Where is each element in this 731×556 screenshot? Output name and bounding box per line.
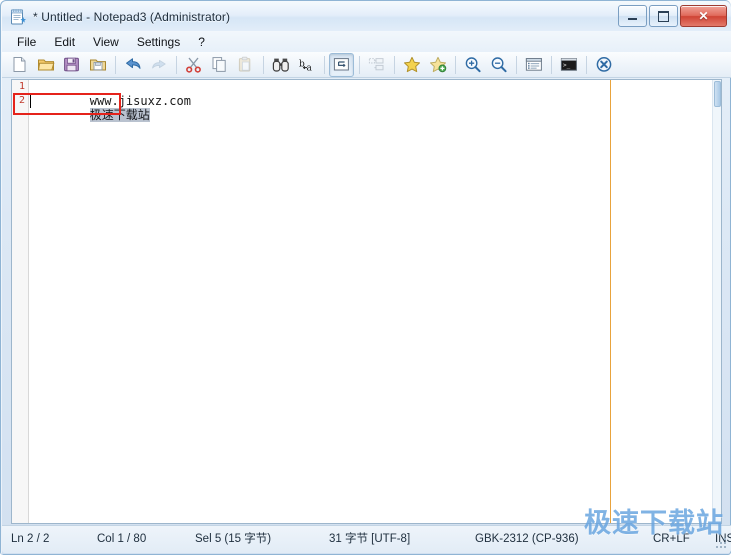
- toolbar-separator: [455, 55, 456, 74]
- toolbar-separator: [551, 55, 552, 74]
- line-number-gutter: 1 2: [12, 80, 29, 523]
- toolbar-separator: [394, 55, 395, 74]
- status-bar: Ln 2 / 2 Col 1 / 80 Sel 5 (15 字节) 31 字节 …: [2, 525, 731, 553]
- toolbar-separator: [516, 55, 517, 74]
- line-indicator[interactable]: Ln 2 / 2: [2, 531, 88, 548]
- scheme-list-icon: [525, 57, 543, 72]
- replace-button[interactable]: b a: [294, 53, 319, 77]
- copy-button[interactable]: [207, 53, 232, 77]
- console-button[interactable]: >_: [556, 53, 581, 77]
- close-button[interactable]: ✕: [680, 5, 727, 27]
- save-file-button[interactable]: [59, 53, 84, 77]
- toolbar-separator: [115, 55, 116, 74]
- close-icon: ✕: [698, 9, 709, 23]
- menu-item-help[interactable]: ?: [189, 33, 214, 51]
- exit-button[interactable]: [591, 53, 616, 77]
- toolbar-separator: [324, 55, 325, 74]
- toolbar-separator: [176, 55, 177, 74]
- notepad3-window: * Untitled - Notepad3 (Administrator) ✕ …: [0, 0, 731, 555]
- replace-icon: b a: [298, 57, 316, 73]
- toolbar-separator: [359, 55, 360, 74]
- save-as-icon: [89, 56, 107, 73]
- maximize-icon: [658, 10, 669, 22]
- undo-button[interactable]: [120, 53, 145, 77]
- line-number: 2: [18, 95, 25, 106]
- favorites-button[interactable]: [399, 53, 424, 77]
- text-caret: [30, 94, 31, 108]
- selection-indicator[interactable]: Sel 5 (15 字节): [186, 531, 320, 548]
- svg-text:>_: >_: [563, 62, 571, 69]
- toolbar-separator: [586, 55, 587, 74]
- cut-icon: [185, 56, 202, 73]
- console-icon: >_: [560, 57, 578, 72]
- find-button[interactable]: [268, 53, 293, 77]
- line-number: 1: [18, 81, 25, 92]
- open-file-icon: [37, 56, 55, 73]
- new-file-icon: [11, 56, 28, 73]
- vertical-scrollbar-thumb[interactable]: [714, 81, 721, 107]
- encoding-indicator[interactable]: GBK-2312 (CP-936): [466, 531, 644, 548]
- exit-icon: [595, 56, 613, 73]
- resize-grip[interactable]: [716, 538, 728, 550]
- window-title: * Untitled - Notepad3 (Administrator): [33, 9, 231, 24]
- toolbar-separator: [263, 55, 264, 74]
- code-area[interactable]: www.jisuxz.com 极速下载站: [30, 80, 712, 523]
- scheme-list-button[interactable]: [521, 53, 546, 77]
- cut-button[interactable]: [181, 53, 206, 77]
- add-favorite-button[interactable]: [425, 53, 450, 77]
- indentation-button[interactable]: [364, 53, 389, 77]
- vertical-scrollbar[interactable]: [712, 80, 721, 523]
- zoom-in-button[interactable]: [460, 53, 485, 77]
- window-controls: ✕: [618, 5, 727, 27]
- toolbar: b a >_: [2, 52, 731, 78]
- zoom-out-icon: [490, 56, 508, 73]
- indentation-icon: [368, 57, 385, 72]
- svg-text:a: a: [306, 63, 312, 73]
- margin-guide-line: [610, 80, 611, 523]
- favorites-icon: [403, 56, 421, 73]
- minimize-icon: [628, 18, 637, 20]
- menu-item-file[interactable]: File: [8, 33, 45, 51]
- open-file-button[interactable]: [33, 53, 58, 77]
- editor-line-text-selected: 极速下载站: [89, 108, 150, 122]
- menu-item-settings[interactable]: Settings: [128, 33, 189, 51]
- zoom-in-icon: [464, 56, 482, 73]
- save-file-icon: [63, 56, 80, 73]
- line-ending-indicator[interactable]: CR+LF: [644, 531, 706, 548]
- add-favorite-icon: [429, 56, 447, 73]
- new-file-button[interactable]: [7, 53, 32, 77]
- document-size-indicator[interactable]: 31 字节 [UTF-8]: [320, 531, 466, 548]
- paste-button[interactable]: [233, 53, 258, 77]
- find-icon: [272, 57, 290, 73]
- word-wrap-button[interactable]: [329, 52, 354, 77]
- word-wrap-icon: [333, 57, 350, 72]
- redo-icon: [150, 57, 168, 73]
- minimize-button[interactable]: [618, 5, 647, 27]
- menu-item-view[interactable]: View: [84, 33, 128, 51]
- zoom-out-button[interactable]: [486, 53, 511, 77]
- copy-icon: [211, 56, 228, 73]
- maximize-button[interactable]: [649, 5, 678, 27]
- save-as-button[interactable]: [85, 53, 110, 77]
- menu-item-edit[interactable]: Edit: [45, 33, 84, 51]
- text-editor[interactable]: 1 2 www.jisuxz.com 极速下载站: [11, 79, 722, 524]
- undo-icon: [124, 57, 142, 73]
- title-bar[interactable]: * Untitled - Notepad3 (Administrator) ✕: [2, 2, 731, 31]
- redo-button[interactable]: [146, 53, 171, 77]
- paste-icon: [237, 56, 254, 73]
- editor-line-text: www.jisuxz.com: [89, 94, 191, 108]
- notepad-icon: [9, 8, 27, 26]
- menu-bar: File Edit View Settings ?: [2, 31, 731, 52]
- column-indicator[interactable]: Col 1 / 80: [88, 531, 186, 548]
